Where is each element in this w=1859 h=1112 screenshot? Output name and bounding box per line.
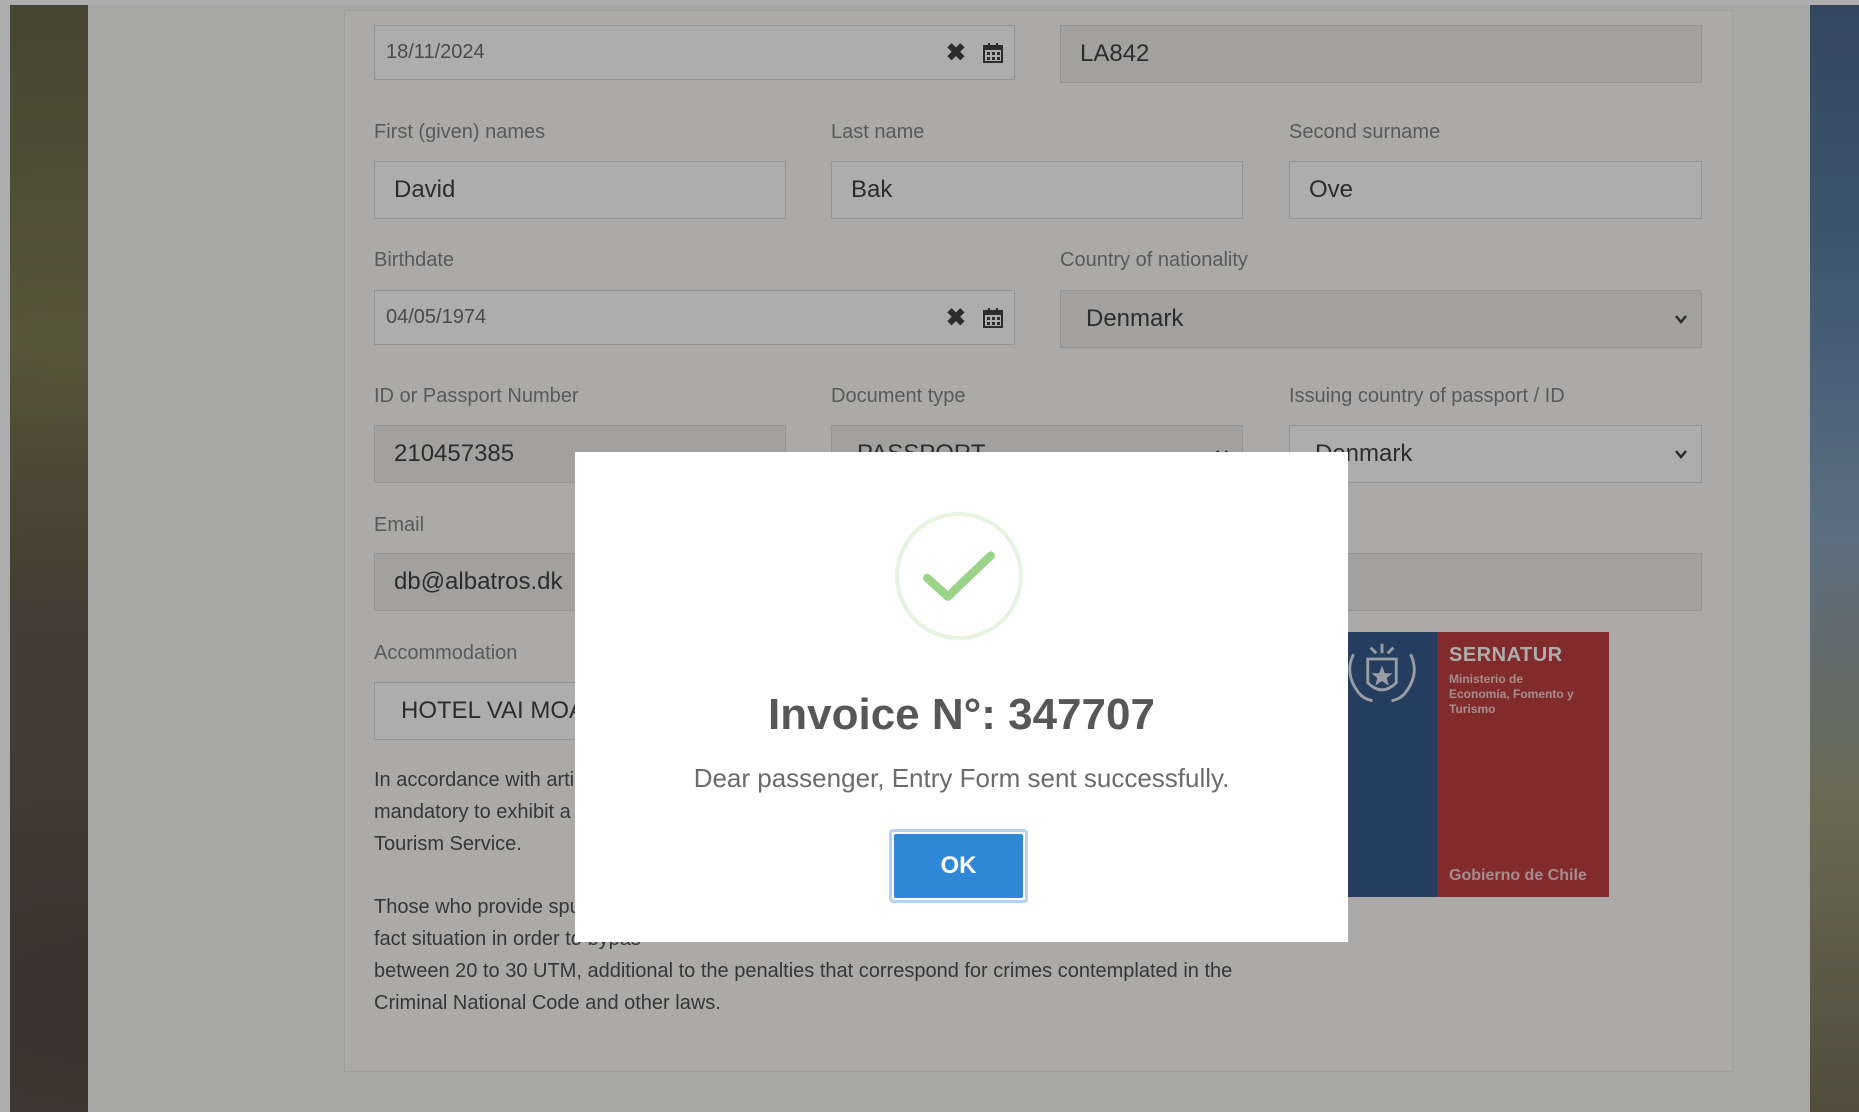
success-dialog: Invoice N°: 347707 Dear passenger, Entry… [575, 452, 1348, 942]
invoice-title: Invoice N°: 347707 [768, 690, 1155, 739]
success-check-icon [923, 551, 995, 601]
success-message: Dear passenger, Entry Form sent successf… [693, 763, 1230, 793]
ok-button-label: OK [894, 834, 1023, 898]
ok-button[interactable]: OK [889, 829, 1028, 903]
